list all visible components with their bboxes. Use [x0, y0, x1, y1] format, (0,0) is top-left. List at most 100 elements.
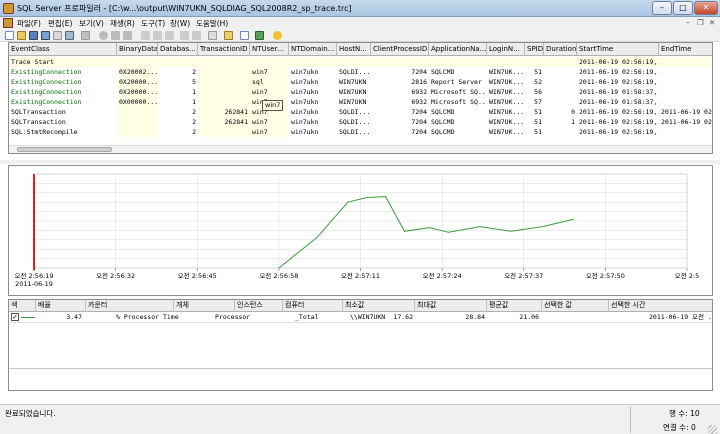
skip-icon[interactable] [192, 31, 201, 40]
trace-row[interactable]: Trace Start 2011-06-19 02:56:19,... [9, 57, 712, 67]
trace-cell-ntdomain: win7ukn [291, 128, 319, 136]
chart-canvas[interactable]: 오전 2:56:19 오전 2:56:32 오전 2:56:45 오전 2:56:58… [9, 166, 712, 295]
trace-cell-spid: 51 [534, 108, 542, 116]
trace-row[interactable]: SQLTransaction 2 262841 win7 win7ukn SQLDI...… [9, 107, 712, 117]
trace-cell-duration [544, 97, 577, 107]
trace-cell-app: Report Server [431, 78, 482, 86]
trace-cell-start: 2011-06-19 01:58:37,... [579, 88, 659, 96]
maximize-button[interactable]: □ [673, 1, 693, 15]
hscroll-thumb[interactable] [17, 147, 112, 152]
col-ntusername[interactable]: NTUser... [250, 43, 289, 56]
col-loginname[interactable]: LoginN... [487, 43, 525, 56]
trace-cell-start: 2011-06-19 02:56:19,... [579, 68, 659, 76]
run-to-cursor-icon[interactable] [153, 31, 162, 40]
trace-row[interactable]: ExistingConnection 0X20002... 2 win7 win7ukn… [9, 67, 712, 77]
col-object[interactable]: 개체 [174, 300, 235, 312]
resize-grip-icon[interactable] [708, 425, 717, 434]
save-icon[interactable] [29, 31, 38, 40]
splitter[interactable] [0, 160, 720, 164]
doc-icon[interactable] [3, 18, 13, 28]
inner-restore-button[interactable]: ❐ [697, 18, 704, 27]
menu-window[interactable]: 창(W) [170, 18, 190, 29]
col-color[interactable]: 색 [9, 300, 36, 312]
trace-cell-ntdomain: win7ukn [291, 68, 319, 76]
col-instance[interactable]: 인스턴스 [235, 300, 283, 312]
template-icon[interactable] [53, 31, 62, 40]
col-databaseid[interactable]: Databas... [158, 43, 198, 56]
trace-cell-tran [198, 67, 250, 77]
trace-event-grid[interactable]: EventClass BinaryData Databas... Transac… [8, 42, 713, 154]
help-icon[interactable] [273, 31, 282, 40]
trace-cell-ntdomain [289, 57, 337, 67]
minimize-button[interactable]: – [652, 1, 672, 15]
col-binarydata[interactable]: BinaryData [117, 43, 158, 56]
properties-icon[interactable] [41, 31, 50, 40]
window-title: SQL Server 프로파일러 - [C:\w...\output\WIN7U… [17, 4, 352, 13]
trace-cell-app: Microsoft SQ... [431, 88, 487, 96]
perf-counter-grid[interactable]: 색 배율 카운터 개체 인스턴스 컴퓨터 최소값 최대값 평균값 선택한 값 선… [8, 299, 713, 391]
find-icon[interactable] [65, 31, 74, 40]
col-max[interactable]: 최대값 [415, 300, 487, 312]
activity-monitor-icon[interactable] [240, 31, 249, 40]
counter-row[interactable]: ✓ 3.47 % Processor Time Processor _Total… [9, 312, 712, 322]
col-endtime[interactable]: EndTime [659, 43, 712, 56]
trace-row[interactable]: ExistingConnection 0X20000... 1 win7 win7ukn… [9, 87, 712, 97]
col-selected-time[interactable]: 선택한 시간 [609, 300, 712, 312]
menu-help[interactable]: 도움말(H) [196, 18, 228, 29]
menu-view[interactable]: 보기(V) [79, 18, 104, 29]
col-spid[interactable]: SPID [525, 43, 544, 56]
trace-grid-hscrollbar[interactable] [9, 145, 712, 153]
col-ntdomainname[interactable]: NTDomain... [289, 43, 337, 56]
clear-window-icon[interactable] [208, 31, 217, 40]
col-duration[interactable]: Duration [544, 43, 577, 56]
trace-cell-db: 2 [192, 108, 196, 116]
trace-cell-cpid: 7204 [411, 108, 427, 116]
col-applicationname[interactable]: ApplicationNa... [429, 43, 487, 56]
menu-file[interactable]: 파일(F) [17, 18, 41, 29]
col-starttime[interactable]: StartTime [577, 43, 659, 56]
status-message: 완료되었습니다. [5, 409, 56, 418]
trace-cell-ntuser: win7 [250, 117, 289, 127]
inner-minimize-button[interactable]: – [686, 18, 690, 27]
pause-icon[interactable] [111, 31, 120, 40]
col-selected-value[interactable]: 선택한 값 [542, 300, 609, 312]
menu-tools[interactable]: 도구(T) [141, 18, 165, 29]
col-avg[interactable]: 평균값 [487, 300, 542, 312]
inner-close-button[interactable]: ✕ [709, 18, 715, 27]
col-transactionid[interactable]: TransactionID [198, 43, 250, 56]
col-computer[interactable]: 컴퓨터 [283, 300, 343, 312]
col-counter[interactable]: 카운터 [86, 300, 174, 312]
close-button[interactable]: ✕ [694, 1, 718, 15]
col-min[interactable]: 최소값 [343, 300, 415, 312]
counter-checkbox[interactable]: ✓ [11, 313, 19, 321]
trace-row[interactable]: SQL:StmtRecompile 2 win7 win7ukn SQLDI... 720… [9, 127, 712, 137]
menu-edit[interactable]: 편집(E) [48, 18, 72, 29]
trace-cell-binary: 0X20000... [117, 77, 158, 87]
replay-icon[interactable] [180, 31, 189, 40]
trace-cell-event: ExistingConnection [11, 78, 82, 86]
trace-cell-cpid: 6932 [411, 98, 427, 106]
stop-icon[interactable] [123, 31, 132, 40]
step-icon[interactable] [141, 31, 150, 40]
performance-chart[interactable]: 오전 2:56:19 오전 2:56:32 오전 2:56:45 오전 2:56:58… [8, 165, 713, 296]
start-icon[interactable] [99, 31, 108, 40]
filter-icon[interactable] [224, 31, 233, 40]
col-scale[interactable]: 배율 [36, 300, 86, 312]
clear-icon[interactable] [81, 31, 90, 40]
breakpoint-icon[interactable] [165, 31, 174, 40]
trace-row[interactable]: SQLTransaction 2 262841 win7 win7ukn SQLDI...… [9, 117, 712, 127]
trace-cell-tran: 262841 [198, 117, 250, 127]
perfmon-icon[interactable] [255, 31, 264, 40]
trace-cell-ntuser: sql [250, 77, 289, 87]
open-icon[interactable] [17, 31, 26, 40]
col-eventclass[interactable]: EventClass [9, 43, 117, 56]
col-clientprocessid[interactable]: ClientProcessID [371, 43, 429, 56]
new-trace-icon[interactable] [5, 31, 14, 40]
trace-row[interactable]: ExistingConnection 0X00000... 1 win7 win7ukn… [9, 97, 712, 107]
x-tick-label: 오전 2:56:45 [178, 271, 217, 280]
menu-replay[interactable]: 재생(R) [110, 18, 135, 29]
trace-cell-host: WIN7UKN [339, 98, 367, 106]
trace-row[interactable]: ExistingConnection 0X20000... 5 sql win7ukn W… [9, 77, 712, 87]
counter-scale: 3.47 [66, 313, 82, 321]
col-hostname[interactable]: HostN... [337, 43, 371, 56]
